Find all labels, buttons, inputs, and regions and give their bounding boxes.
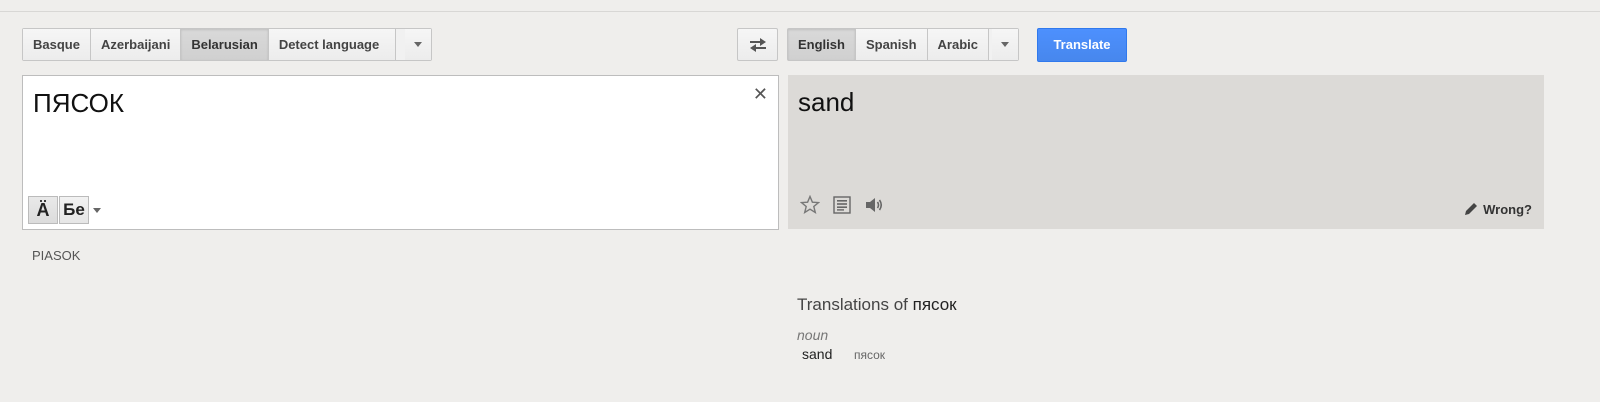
source-lang-azerbaijani[interactable]: Azerbaijani: [90, 29, 182, 60]
chevron-down-icon: [1001, 41, 1009, 47]
target-lang-arabic[interactable]: Arabic: [927, 29, 989, 60]
top-divider: [0, 11, 1600, 12]
chevron-down-icon: [414, 41, 422, 47]
ime-language-button[interactable]: Бе: [59, 196, 89, 224]
dictionary-term[interactable]: sand: [797, 346, 854, 362]
target-lang-dropdown[interactable]: [992, 29, 1018, 60]
swap-languages-button[interactable]: [737, 28, 778, 61]
pencil-icon: [1465, 203, 1478, 215]
part-of-speech: noun: [797, 327, 829, 343]
dictionary-title-prefix: Translations of: [797, 295, 908, 314]
target-language-bar: English Spanish Arabic: [787, 28, 1019, 61]
wrong-feedback-link[interactable]: Wrong?: [1463, 201, 1532, 217]
source-lang-basque[interactable]: Basque: [23, 29, 91, 60]
ime-keyboard-button[interactable]: Ä: [28, 196, 58, 224]
chevron-down-icon[interactable]: [93, 207, 101, 213]
input-tools-bar: Ä Бе: [28, 196, 101, 224]
source-textarea[interactable]: ПЯСОК ✕ Ä Бе: [22, 75, 779, 230]
dictionary-reverse: пясок: [854, 348, 886, 362]
translation-text: sand: [798, 87, 855, 117]
swap-arrows-icon: [750, 38, 766, 52]
dictionary-word: пясок: [912, 295, 957, 314]
source-lang-dropdown[interactable]: [405, 29, 431, 60]
translation-result-box: sand Wrong?: [788, 75, 1544, 229]
target-lang-english[interactable]: English: [788, 29, 856, 60]
result-toolbar: [799, 194, 884, 220]
source-text[interactable]: ПЯСОК: [33, 88, 124, 119]
wrong-label: Wrong?: [1483, 201, 1532, 217]
star-icon[interactable]: [799, 194, 821, 220]
translate-button[interactable]: Translate: [1037, 28, 1127, 62]
dictionary-title: Translations of пясок: [797, 295, 957, 315]
source-lang-detect[interactable]: Detect language: [268, 29, 396, 60]
list-icon[interactable]: [832, 195, 852, 220]
speaker-icon[interactable]: [864, 195, 884, 220]
dictionary-panel: Translations of пясок noun sand пясок: [797, 295, 957, 362]
source-language-bar: Basque Azerbaijani Belarusian Detect lan…: [22, 28, 432, 61]
list-item: sand пясок: [797, 346, 957, 362]
target-lang-spanish[interactable]: Spanish: [855, 29, 928, 60]
close-icon[interactable]: ✕: [753, 84, 768, 105]
transliteration: PIASOK: [32, 248, 81, 263]
source-lang-belarusian[interactable]: Belarusian: [181, 29, 269, 60]
